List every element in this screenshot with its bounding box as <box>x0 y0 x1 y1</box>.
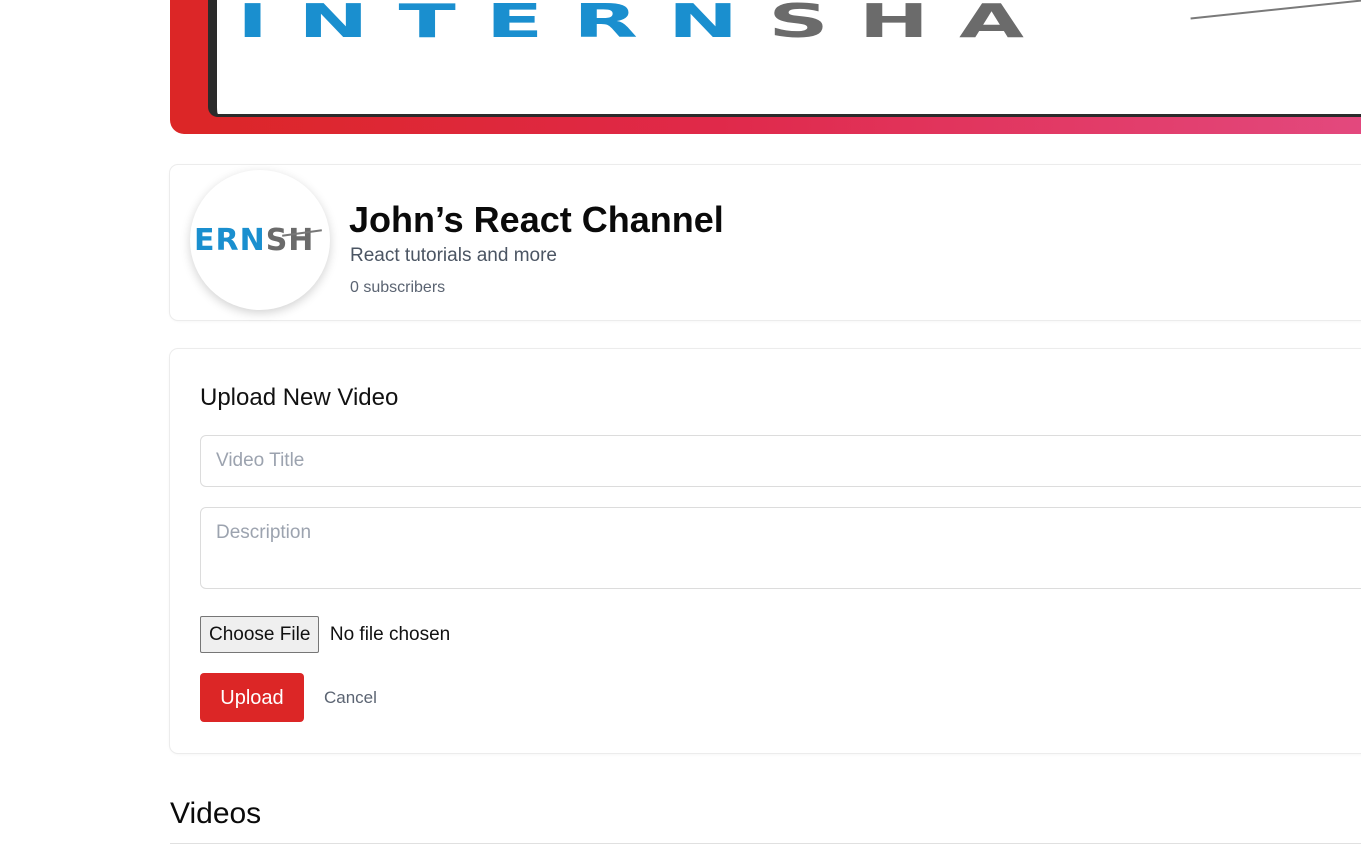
file-chosen-status: No file chosen <box>329 624 451 645</box>
banner-logo: INTERNSHA <box>237 0 1054 44</box>
video-title-input[interactable] <box>200 435 1361 487</box>
videos-divider <box>170 843 1361 844</box>
file-picker: Choose File No file chosen <box>200 616 450 653</box>
banner-logo-gray-text: SHA <box>768 0 1055 49</box>
channel-banner: INTERNSHA <box>170 0 1361 134</box>
avatar-logo-gray-text: SH <box>265 223 315 258</box>
banner-swoosh-decoration <box>1190 0 1361 20</box>
cancel-button[interactable]: Cancel <box>316 673 385 722</box>
video-description-input[interactable] <box>200 507 1361 589</box>
channel-page: INTERNSHA ERNSH John’s React Channel Rea… <box>0 0 1361 857</box>
banner-image: INTERNSHA <box>208 0 1361 117</box>
upload-video-form: Upload New Video Choose File No file cho… <box>170 349 1361 753</box>
choose-file-button[interactable]: Choose File <box>200 616 320 653</box>
channel-name: John’s React Channel <box>349 199 724 240</box>
channel-avatar: ERNSH <box>190 170 330 310</box>
upload-button[interactable]: Upload <box>200 673 304 722</box>
subscriber-count: 0 subscribers <box>350 279 446 296</box>
upload-form-heading: Upload New Video <box>200 384 399 411</box>
avatar-logo-blue-text: ERN <box>194 223 266 258</box>
channel-info-card: ERNSH John’s React Channel React tutoria… <box>170 165 1361 320</box>
avatar-logo: ERNSH <box>194 226 314 256</box>
channel-description: React tutorials and more <box>350 245 557 266</box>
banner-logo-blue-text: INTERN <box>237 0 769 49</box>
videos-section-heading: Videos <box>170 797 262 830</box>
